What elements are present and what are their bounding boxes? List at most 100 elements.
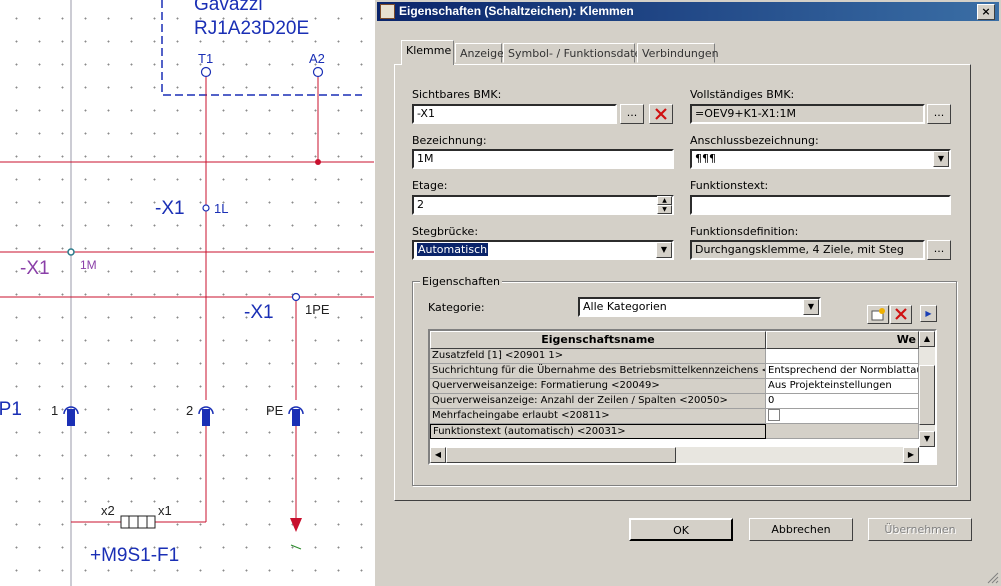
grid-header-value[interactable]: We: [766, 331, 919, 349]
terminal-1m: [67, 248, 75, 256]
property-value[interactable]: Entsprechend der Normblattaus: [766, 364, 919, 379]
terminal-1l-label: 1L: [214, 201, 229, 216]
property-name: Querverweisanzeige: Anzahl der Zeilen / …: [430, 394, 766, 409]
dialog-titlebar[interactable]: Eigenschaften (Schaltzeichen): Klemmen ×: [377, 2, 999, 21]
expand-arrow-button[interactable]: ▶: [920, 305, 937, 322]
resistor-x2-label: x2: [101, 503, 115, 518]
terminal-1pe-label: 1PE: [305, 302, 330, 317]
socket-pe-label: PE: [266, 403, 284, 418]
etage-spin-down[interactable]: ▼: [657, 205, 672, 214]
resize-grip-icon[interactable]: [987, 572, 999, 584]
stegbruecke-label: Stegbrücke:: [412, 225, 479, 238]
vollstaendiges-bmk-input[interactable]: =OEV9+K1-X1:1M: [690, 104, 925, 124]
etage-spin-up[interactable]: ▲: [657, 196, 672, 205]
etage-label: Etage:: [412, 179, 448, 192]
stegbruecke-select[interactable]: Automatisch: [412, 240, 674, 260]
property-name: Zusatzfeld [1] <20901 1>: [430, 349, 766, 364]
scroll-right-button[interactable]: ▶: [903, 447, 919, 463]
socket-2-label: 2: [186, 403, 194, 418]
anschlussbezeichnung-value: ¶¶¶: [695, 152, 716, 165]
property-value[interactable]: 0: [766, 394, 919, 409]
funktionstext-label: Funktionstext:: [690, 179, 769, 192]
delete-property-icon: [895, 308, 907, 320]
property-value[interactable]: [766, 349, 919, 364]
mehrfacheingabe-checkbox[interactable]: [768, 409, 780, 421]
app-icon: [380, 4, 395, 19]
etage-input[interactable]: 2: [412, 195, 674, 215]
sichtbares-bmk-browse-button[interactable]: ...: [620, 104, 644, 124]
property-name: Querverweisanzeige: Formatierung <20049>: [430, 379, 766, 394]
horizontal-scroll-thumb[interactable]: [446, 447, 676, 463]
table-row[interactable]: Funktionstext (automatisch) <20031>: [430, 424, 919, 439]
scroll-down-button[interactable]: ▼: [919, 431, 935, 447]
pin-t1-circle: [200, 66, 212, 78]
bezeichnung-input[interactable]: 1M: [412, 149, 674, 169]
etage-value: 2: [417, 198, 424, 211]
socket-1-label: 1: [51, 403, 59, 418]
delete-bmk-button[interactable]: [649, 104, 673, 124]
socket-2-pin: [202, 409, 210, 426]
pin-a2-label: A2: [309, 51, 325, 66]
stegbruecke-dropdown-arrow[interactable]: ▼: [656, 242, 672, 258]
close-button[interactable]: ×: [977, 4, 995, 20]
schematic-canvas[interactable]: Gavazzi RJ1A23D20E T1 A2 -X1 1L -X1 1M -…: [0, 0, 375, 586]
new-property-button[interactable]: [867, 305, 889, 324]
grid-horizontal-scrollbar[interactable]: ◀ ▶: [430, 447, 919, 463]
terminal-bmk-left: -X1: [20, 258, 50, 279]
device-vendor-label: Gavazzi: [194, 0, 263, 15]
schematic-drawing: [0, 0, 375, 586]
anschlussbezeichnung-dropdown-arrow[interactable]: ▼: [933, 151, 949, 167]
property-value[interactable]: Aus Projekteinstellungen: [766, 379, 919, 394]
scroll-up-button[interactable]: ▲: [919, 331, 935, 347]
tab-verbindungen[interactable]: Verbindungen: [637, 43, 719, 63]
terminal-bmk-top: -X1: [155, 198, 185, 219]
tab-klemme[interactable]: Klemme: [401, 40, 454, 65]
sichtbares-bmk-label: Sichtbares BMK:: [412, 88, 502, 101]
delete-x-icon: [655, 108, 667, 120]
socket-pe-pin: [292, 409, 300, 426]
kategorie-dropdown-arrow[interactable]: ▼: [803, 299, 819, 315]
anschlussbezeichnung-select[interactable]: ¶¶¶: [690, 149, 951, 169]
ok-button[interactable]: OK: [629, 518, 733, 541]
property-value[interactable]: [766, 409, 919, 424]
table-row[interactable]: Zusatzfeld [1] <20901 1>: [430, 349, 919, 364]
device-part-label: RJ1A23D20E: [194, 18, 310, 39]
bottom-device-label: +M9S1-F1: [90, 545, 180, 566]
scroll-left-button[interactable]: ◀: [430, 447, 446, 463]
dialog-title: Eigenschaften (Schaltzeichen): Klemmen: [399, 4, 634, 18]
anschlussbezeichnung-label: Anschlussbezeichnung:: [690, 134, 819, 147]
table-row[interactable]: Querverweisanzeige: Anzahl der Zeilen / …: [430, 394, 919, 409]
table-row[interactable]: Mehrfacheingabe erlaubt <20811>: [430, 409, 919, 424]
tab-symbol-funktionsdaten[interactable]: Symbol- / Funktionsdaten: [503, 43, 648, 63]
cancel-button[interactable]: Abbrechen: [749, 518, 853, 541]
vollstaendiges-bmk-browse-button[interactable]: ...: [927, 104, 951, 124]
funktionsdefinition-input[interactable]: Durchgangsklemme, 4 Ziele, mit Steg: [690, 240, 925, 260]
terminal-1pe: [291, 292, 301, 302]
property-name: Mehrfacheingabe erlaubt <20811>: [430, 409, 766, 424]
table-row[interactable]: Suchrichtung für die Übernahme des Betri…: [430, 364, 919, 379]
table-row[interactable]: Querverweisanzeige: Formatierung <20049>…: [430, 379, 919, 394]
sichtbares-bmk-input[interactable]: -X1: [412, 104, 617, 124]
plug-xp1-label: XP1: [0, 399, 22, 420]
pin-t1-label: T1: [198, 51, 214, 66]
vertical-scroll-thumb[interactable]: [919, 365, 935, 425]
bezeichnung-label: Bezeichnung:: [412, 134, 487, 147]
kategorie-select[interactable]: Alle Kategorien: [578, 297, 821, 317]
kategorie-label: Kategorie:: [428, 301, 485, 314]
funktionstext-input[interactable]: [690, 195, 951, 215]
resistor-x1-label: x1: [158, 503, 172, 518]
property-grid[interactable]: Eigenschaftsname We Zusatzfeld [1] <2090…: [428, 329, 937, 465]
property-value[interactable]: [766, 424, 919, 439]
terminal-bmk-pe: -X1: [244, 302, 274, 323]
grid-header-name[interactable]: Eigenschaftsname: [430, 331, 766, 349]
delete-property-button[interactable]: [890, 305, 912, 324]
funktionsdefinition-browse-button[interactable]: ...: [927, 240, 951, 260]
vollstaendiges-bmk-label: Vollständiges BMK:: [690, 88, 795, 101]
grid-vertical-scrollbar[interactable]: ▲ ▼: [919, 331, 935, 447]
new-property-icon: [871, 308, 885, 321]
stegbruecke-value: Automatisch: [417, 243, 489, 256]
terminal-1m-label: 1M: [80, 258, 97, 272]
apply-button[interactable]: Übernehmen: [868, 518, 972, 541]
pin-a2-circle: [312, 66, 324, 78]
tab-anzeige[interactable]: Anzeige: [455, 43, 504, 63]
